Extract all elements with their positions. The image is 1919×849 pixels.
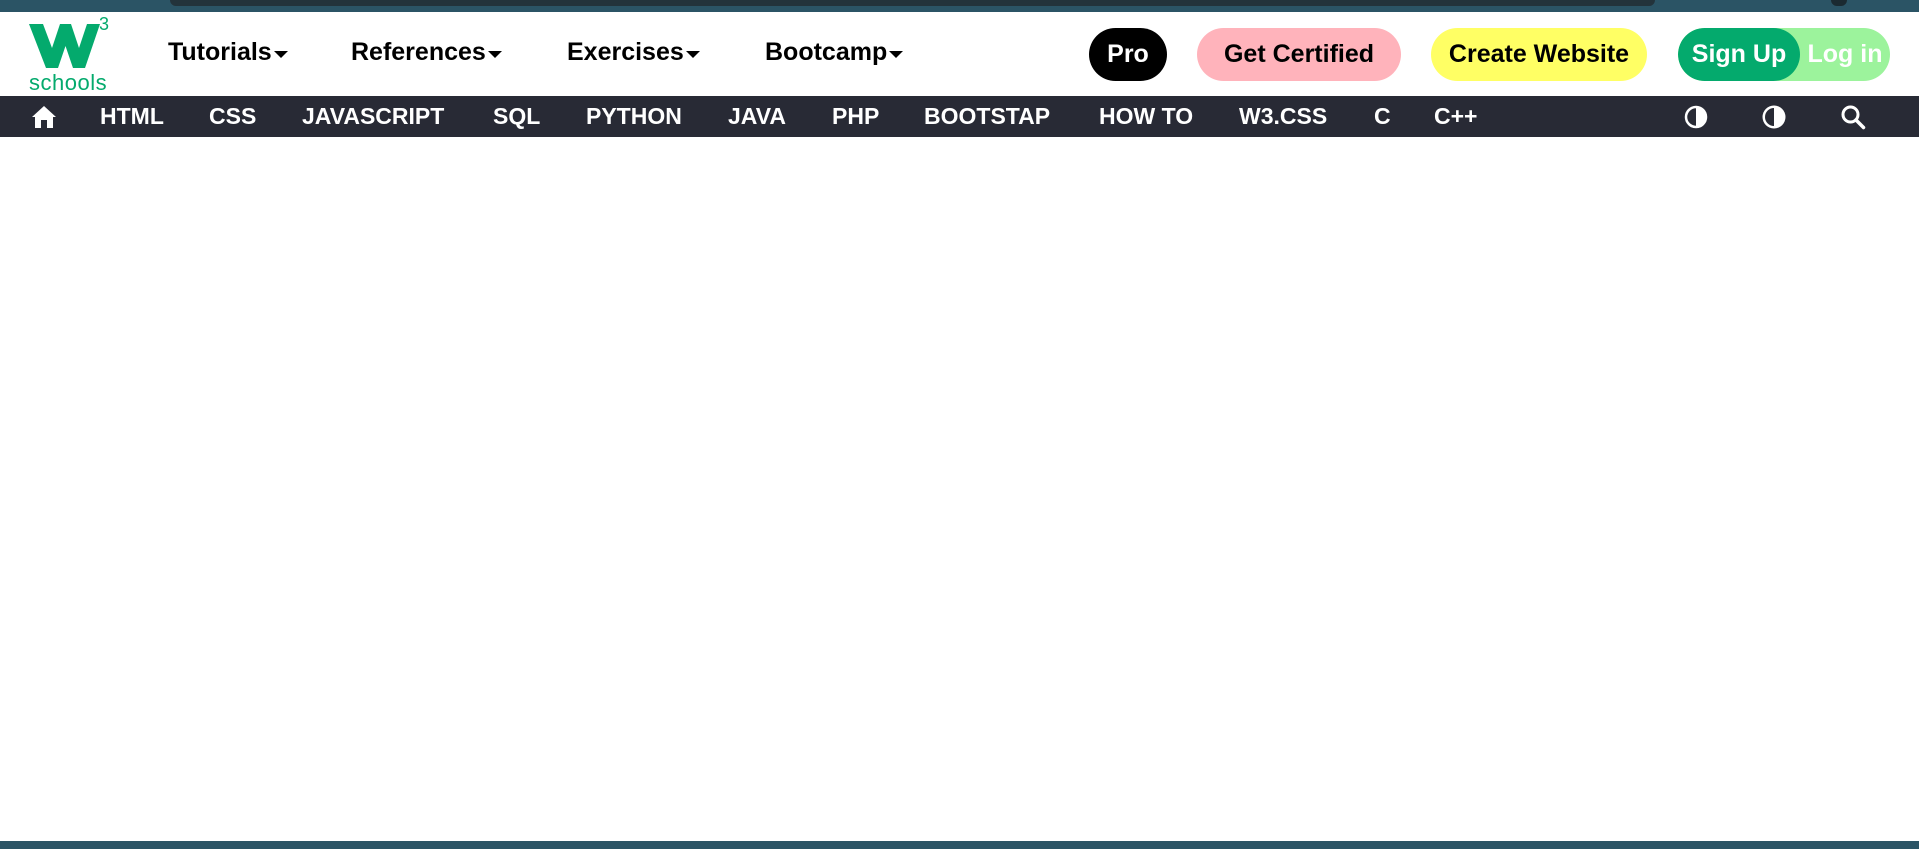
subnav-item-cpp[interactable]: C++ bbox=[1434, 96, 1477, 137]
subnav-item-bootstap[interactable]: BOOTSTAP bbox=[924, 96, 1050, 137]
browser-chrome-top bbox=[0, 0, 1919, 12]
subnav-item-html[interactable]: HTML bbox=[100, 96, 164, 137]
tutorials-menu[interactable]: Tutorials bbox=[168, 38, 288, 67]
pro-button[interactable]: Pro bbox=[1089, 28, 1167, 81]
bootcamp-menu[interactable]: Bootcamp bbox=[765, 38, 904, 67]
subnav-item-css[interactable]: CSS bbox=[209, 96, 256, 137]
create-website-button[interactable]: Create Website bbox=[1431, 28, 1647, 81]
bootcamp-menu-label: Bootcamp bbox=[765, 38, 888, 66]
home-icon[interactable] bbox=[29, 96, 59, 137]
subject-navigation-bar: HTML CSS JAVASCRIPT SQL PYTHON JAVA PHP … bbox=[0, 96, 1919, 137]
subnav-item-c[interactable]: C bbox=[1374, 96, 1391, 137]
subnav-item-php[interactable]: PHP bbox=[832, 96, 879, 137]
browser-chrome-indicator bbox=[1831, 0, 1847, 6]
references-menu-label: References bbox=[351, 38, 486, 66]
caret-down-icon bbox=[487, 50, 502, 58]
exercises-menu-label: Exercises bbox=[567, 38, 684, 66]
references-menu[interactable]: References bbox=[351, 38, 502, 67]
log-in-button[interactable]: Log in bbox=[1800, 28, 1890, 81]
sign-up-button[interactable]: Sign Up bbox=[1678, 28, 1800, 81]
subnav-item-how-to[interactable]: HOW TO bbox=[1099, 96, 1193, 137]
get-certified-button[interactable]: Get Certified bbox=[1197, 28, 1401, 81]
dark-mode-icon[interactable] bbox=[1761, 96, 1787, 137]
subnav-item-java[interactable]: JAVA bbox=[728, 96, 786, 137]
exercises-menu[interactable]: Exercises bbox=[567, 38, 700, 67]
w3-logo-mark: 3 bbox=[29, 14, 109, 68]
caret-down-icon bbox=[889, 50, 904, 58]
logo-text: schools bbox=[29, 70, 108, 95]
browser-chrome-bar bbox=[170, 0, 1655, 6]
auth-button-group: Sign Up Log in bbox=[1678, 28, 1890, 81]
subnav-item-javascript[interactable]: JAVASCRIPT bbox=[302, 96, 444, 137]
top-navigation-bar: 3 schools Tutorials References Exercises… bbox=[0, 12, 1919, 96]
subnav-item-python[interactable]: PYTHON bbox=[586, 96, 682, 137]
subnav-item-sql[interactable]: SQL bbox=[493, 96, 540, 137]
caret-down-icon bbox=[685, 50, 700, 58]
contrast-icon[interactable] bbox=[1683, 96, 1709, 137]
logo-superscript: 3 bbox=[99, 16, 109, 34]
w3schools-logo[interactable]: 3 schools bbox=[27, 14, 109, 95]
tutorials-menu-label: Tutorials bbox=[168, 38, 272, 66]
browser-chrome-bottom bbox=[0, 841, 1919, 849]
subnav-item-w3css[interactable]: W3.CSS bbox=[1239, 96, 1327, 137]
caret-down-icon bbox=[273, 50, 288, 58]
search-icon[interactable] bbox=[1840, 96, 1866, 137]
